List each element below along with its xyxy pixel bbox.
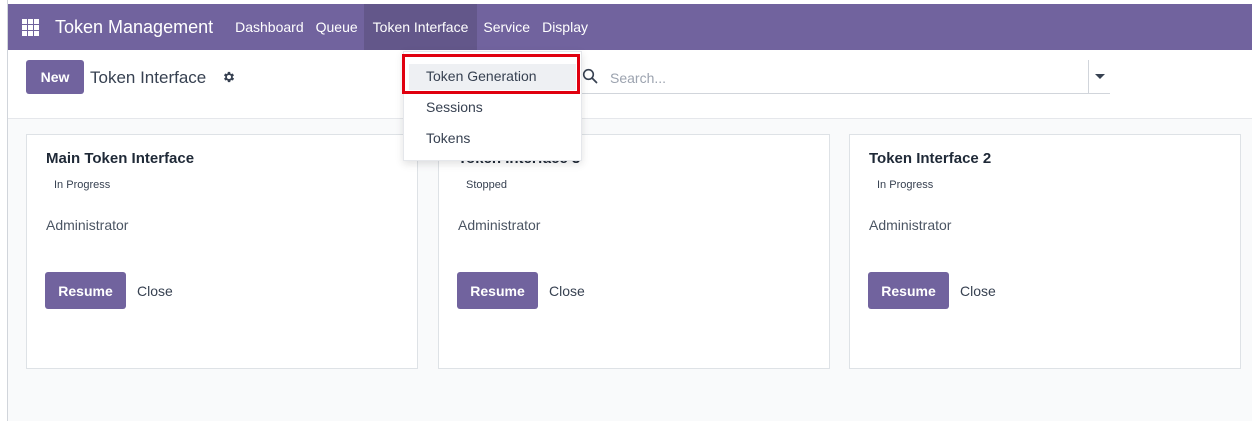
gear-icon[interactable] <box>222 70 236 84</box>
menu-service[interactable]: Service <box>477 4 536 50</box>
card-token-interface-2[interactable]: Token Interface 2 In Progress Administra… <box>849 134 1241 369</box>
card-user: Administrator <box>46 217 129 233</box>
search-bar <box>578 60 1110 94</box>
page-title: Token Interface <box>90 68 207 87</box>
menu-dashboard[interactable]: Dashboard <box>229 4 310 50</box>
app-brand[interactable]: Token Management <box>55 17 213 38</box>
status-badge: Stopped <box>466 179 507 191</box>
menu-display[interactable]: Display <box>536 4 594 50</box>
dropdown-item-sessions[interactable]: Sessions <box>426 99 483 115</box>
search-input[interactable] <box>608 65 1082 91</box>
caret-down-icon <box>1095 74 1105 79</box>
new-button[interactable]: New <box>26 60 84 94</box>
resume-button[interactable]: Resume <box>457 272 538 309</box>
highlight-annotation-box <box>402 54 580 94</box>
resume-button[interactable]: Resume <box>45 272 126 309</box>
card-main-token-interface[interactable]: Main Token Interface In Progress Adminis… <box>26 134 418 369</box>
menu-queue[interactable]: Queue <box>310 4 364 50</box>
card-title: Token Interface 2 <box>869 150 992 167</box>
status-badge: In Progress <box>877 179 934 191</box>
top-navbar: Token Management Dashboard Queue Token I… <box>8 4 1252 50</box>
control-panel: New Token Interface <box>8 50 1252 119</box>
close-button[interactable]: Close <box>137 283 173 299</box>
search-options-toggle[interactable] <box>1088 60 1111 93</box>
search-icon <box>582 68 598 84</box>
card-token-interface-3[interactable]: Token Interface 3 Stopped Administrator … <box>438 134 830 369</box>
card-user: Administrator <box>869 217 952 233</box>
apps-grid-icon[interactable] <box>22 18 39 36</box>
close-button[interactable]: Close <box>549 283 585 299</box>
menu-token-interface[interactable]: Token Interface <box>363 4 478 50</box>
close-button[interactable]: Close <box>960 283 996 299</box>
card-title: Main Token Interface <box>46 150 195 167</box>
resume-button[interactable]: Resume <box>868 272 949 309</box>
card-user: Administrator <box>458 217 541 233</box>
dropdown-item-tokens[interactable]: Tokens <box>426 130 470 146</box>
status-badge: In Progress <box>54 179 111 191</box>
